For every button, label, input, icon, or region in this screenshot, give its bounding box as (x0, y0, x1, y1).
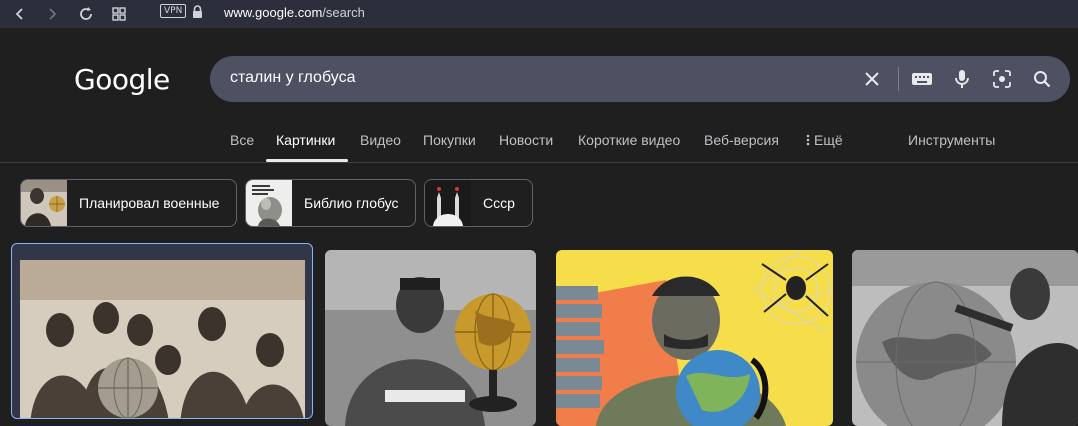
tab-images[interactable]: Картинки (276, 132, 335, 148)
result-image (556, 250, 833, 426)
chip-biblio-globe[interactable]: Библио глобус (245, 179, 416, 227)
image-result-1[interactable] (11, 243, 313, 419)
result-image (852, 250, 1078, 426)
chip-thumbnail (425, 180, 471, 226)
search-tabs: Все Картинки Видео Покупки Новости Корот… (0, 132, 1078, 162)
tab-web[interactable]: Веб-версия (704, 132, 779, 148)
forward-icon[interactable] (40, 2, 64, 26)
vpn-badge[interactable]: VPN (160, 4, 187, 18)
tab-videos[interactable]: Видео (360, 132, 401, 148)
tab-news[interactable]: Новости (499, 132, 553, 148)
clear-icon[interactable] (860, 67, 884, 91)
address-bar[interactable]: www.google.com/search (224, 5, 365, 20)
image-result-3[interactable] (556, 250, 833, 426)
chip-ussr[interactable]: Ссср (424, 179, 533, 227)
tab-shopping[interactable]: Покупки (423, 132, 476, 148)
chip-thumbnail (21, 180, 67, 226)
chip-planned-military[interactable]: Планировал военные (20, 179, 237, 227)
search-icon[interactable] (1030, 67, 1054, 91)
tab-more[interactable]: Ещё (806, 132, 843, 149)
search-results-page: Google сталин у глобуса Все Картинки Вид… (0, 28, 1078, 426)
tabs-divider (0, 162, 1078, 163)
browser-toolbar: VPN www.google.com/search (0, 0, 1078, 28)
tab-more-label: Ещё (814, 132, 843, 148)
reload-icon[interactable] (74, 2, 98, 26)
keyboard-icon[interactable] (910, 67, 934, 91)
tabs-grid-icon[interactable] (107, 2, 131, 26)
url-path: /search (322, 5, 365, 20)
tab-short-videos[interactable]: Короткие видео (578, 132, 680, 148)
more-vert-icon (806, 133, 814, 149)
tab-tools[interactable]: Инструменты (908, 132, 995, 148)
tab-all[interactable]: Все (230, 132, 254, 148)
mic-icon[interactable] (950, 67, 974, 91)
search-input[interactable]: сталин у глобуса (230, 69, 355, 87)
google-logo[interactable]: Google (74, 63, 170, 96)
chip-thumbnail (246, 180, 292, 226)
search-box[interactable]: сталин у глобуса (210, 56, 1070, 102)
back-icon[interactable] (8, 2, 32, 26)
image-result-2[interactable] (325, 250, 536, 426)
url-host: www.google.com (224, 5, 323, 20)
result-image (325, 250, 536, 426)
chip-label: Библио глобус (304, 195, 399, 211)
searchbox-divider (898, 67, 899, 91)
result-image (20, 260, 305, 418)
chip-label: Планировал военные (79, 195, 220, 211)
chip-label: Ссср (483, 195, 515, 211)
lock-icon[interactable] (192, 5, 203, 24)
lens-icon[interactable] (990, 67, 1014, 91)
image-result-4[interactable] (852, 250, 1078, 426)
